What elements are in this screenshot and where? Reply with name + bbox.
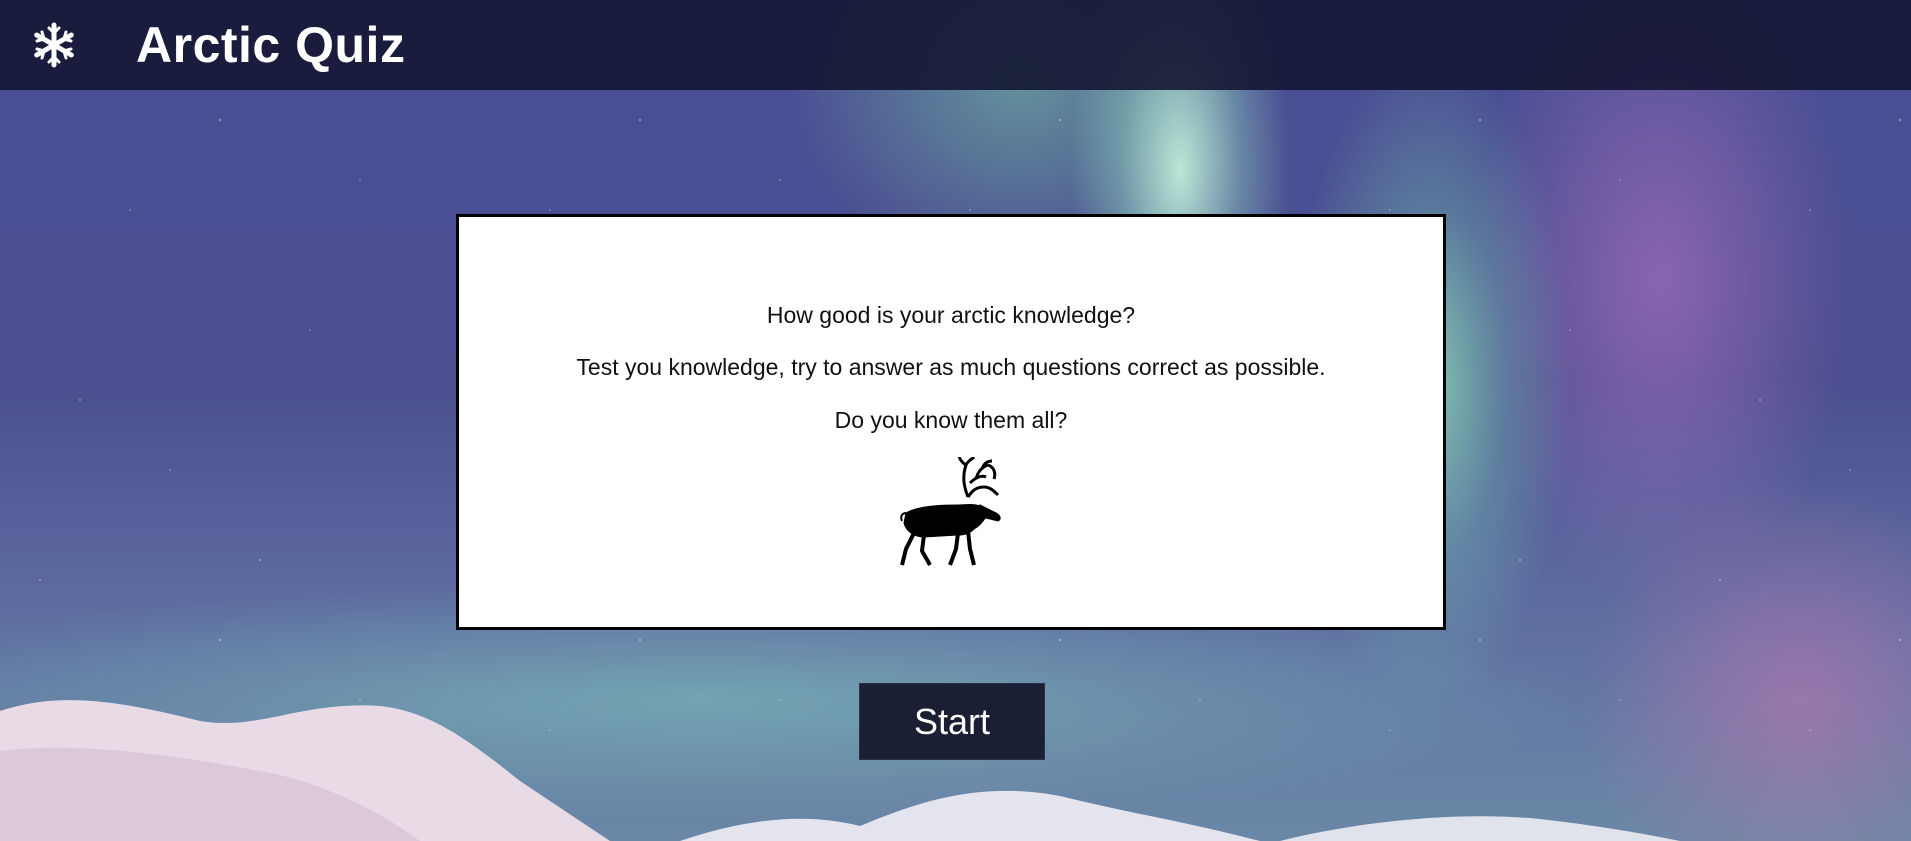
start-button[interactable]: Start — [859, 683, 1045, 760]
quiz-page: Arctic Quiz How good is your arctic know… — [0, 0, 1911, 841]
intro-instructions: Test you knowledge, try to answer as muc… — [576, 354, 1326, 380]
snowflake-icon — [30, 21, 78, 69]
reindeer-icon — [900, 457, 1001, 566]
intro-challenge: Do you know them all? — [834, 407, 1068, 433]
intro-card: How good is your arctic knowledge? Test … — [456, 214, 1446, 630]
top-header: Arctic Quiz — [0, 0, 1911, 90]
intro-question: How good is your arctic knowledge? — [766, 302, 1136, 328]
app-title: Arctic Quiz — [136, 17, 406, 73]
